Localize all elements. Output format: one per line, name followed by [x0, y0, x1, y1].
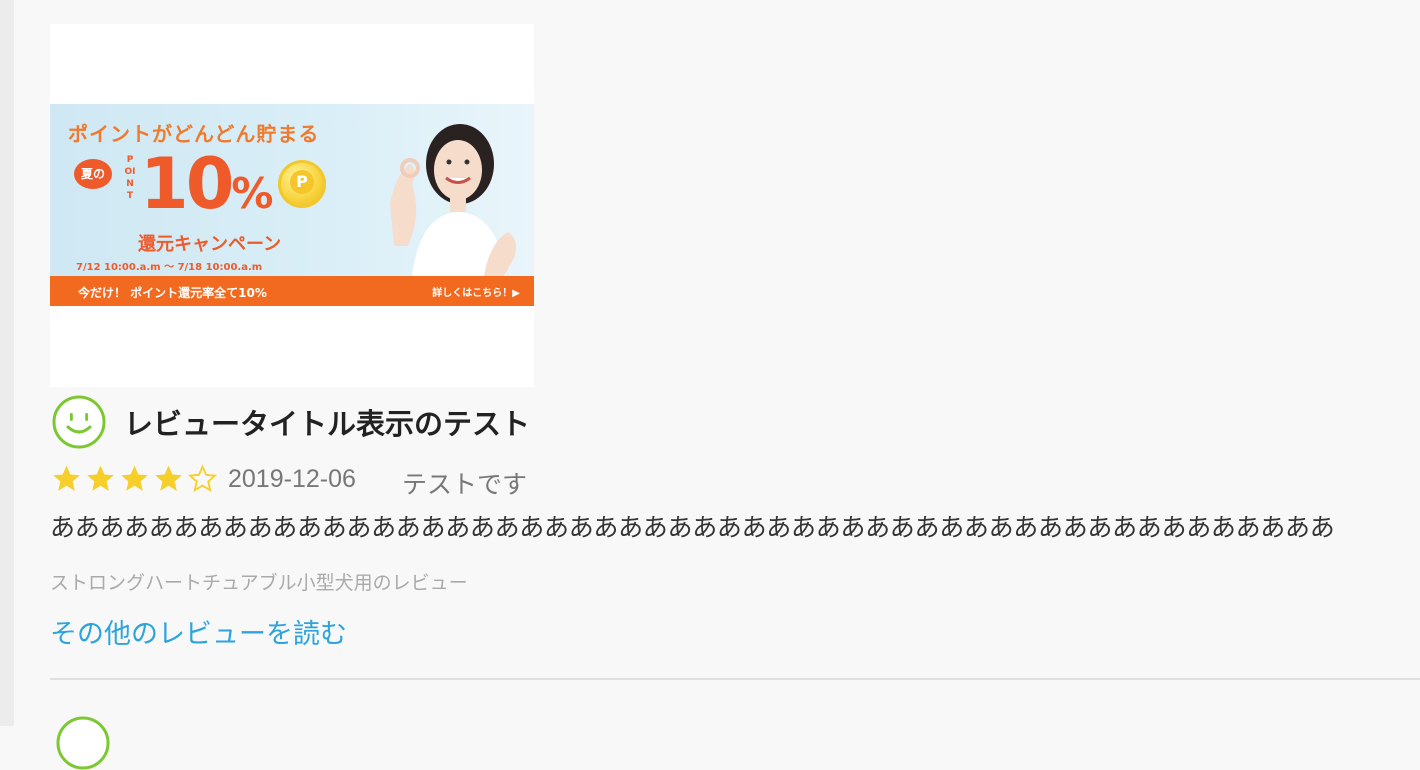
review-title-row: レビュータイトル表示のテスト — [50, 391, 1420, 449]
banner-percent: 10% — [140, 143, 274, 234]
banner-percent-sign: % — [231, 169, 273, 218]
star-filled-icon — [155, 465, 182, 491]
banner-details-link[interactable]: 詳しくはこちら！▶ — [432, 284, 520, 299]
product-name: ストロングハートチュアブル小型犬用のレビュー — [50, 572, 468, 594]
banner-bubble: 夏の — [74, 159, 112, 189]
review-meta: 2019-12-06 テストです — [50, 463, 1420, 501]
reviewer-name: テストです — [402, 470, 528, 499]
campaign-banner[interactable]: ポイントがどんどん貯まる 夏の POINT 10% 還元キャンペーン 7/12 … — [50, 104, 534, 306]
banner-period: 7/12 10:00.a.m 〜 7/18 10:00.a.m — [76, 262, 263, 273]
review-divider — [50, 678, 1420, 680]
review-body: ああああああああああああああああああああああああああああああああああああああああ… — [50, 513, 1335, 542]
banner-strip: 今だけ！ ポイント還元率全て10% 詳しくはこちら！▶ — [50, 276, 534, 306]
woman-illustration — [390, 124, 516, 276]
star-rating — [50, 463, 220, 495]
left-gutter — [0, 0, 14, 726]
star-filled-icon — [121, 465, 148, 491]
smiley-icon — [52, 395, 106, 449]
review-card: ポイントがどんどん貯まる 夏の POINT 10% 還元キャンペーン 7/12 … — [50, 24, 1420, 650]
star-filled-icon — [87, 465, 114, 491]
review-image[interactable]: ポイントがどんどん貯まる 夏の POINT 10% 還元キャンペーン 7/12 … — [50, 24, 534, 387]
next-review-smiley-icon — [56, 716, 110, 770]
review-title: レビュータイトル表示のテスト — [124, 407, 531, 441]
star-empty-icon — [187, 464, 218, 493]
review-date: 2019-12-06 — [228, 465, 356, 493]
banner-campaign: 還元キャンペーン — [138, 234, 282, 255]
banner-point-label: POINT — [124, 155, 136, 201]
banner-percent-value: 10 — [140, 143, 234, 225]
banner-strip-text: 今だけ！ ポイント還元率全て10% — [78, 286, 267, 300]
point-coin-icon: P — [278, 160, 326, 208]
more-reviews-link[interactable]: その他のレビューを読む — [50, 612, 347, 651]
star-filled-icon — [53, 465, 80, 491]
coin-letter: P — [290, 170, 314, 194]
